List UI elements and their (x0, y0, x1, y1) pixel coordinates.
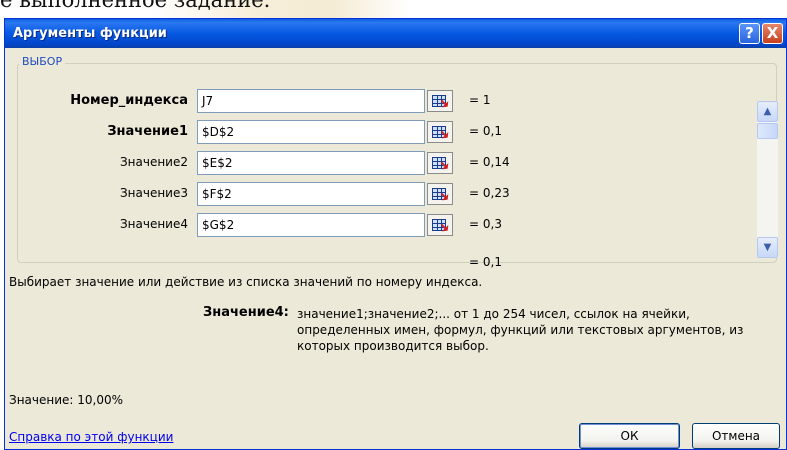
argument-help-label: Значение4: (203, 305, 289, 320)
collapse-dialog-icon[interactable] (427, 152, 453, 174)
argument-result: = 0,1 (469, 124, 502, 138)
scroll-up-icon[interactable]: ▲ (757, 101, 778, 122)
argument-label: Значение4 (119, 217, 188, 231)
ok-button[interactable]: ОК (579, 423, 680, 449)
help-link[interactable]: Справка по этой функции (9, 430, 173, 444)
argument-label: Номер_индекса (70, 93, 188, 108)
value3-input[interactable]: $F$2 (197, 182, 425, 206)
scroll-down-icon[interactable]: ▼ (757, 237, 778, 258)
value-line: Значение: 10,00% (9, 393, 124, 407)
argument-label: Значение2 (119, 155, 188, 169)
argument-label: Значение3 (119, 186, 188, 200)
dialog-title: Аргументы функции (13, 26, 167, 41)
arguments-scrollbar[interactable]: ▲ ▼ (757, 101, 778, 258)
collapse-dialog-icon[interactable] (427, 214, 453, 236)
argument-help-text: значение1;значение2;... от 1 до 254 чисе… (297, 307, 744, 353)
document-text: е выполненное задание. (0, 0, 271, 12)
value4-input[interactable]: $G$2 (197, 213, 425, 237)
collapse-dialog-icon[interactable] (427, 90, 453, 112)
argument-result: = 0,3 (469, 217, 502, 231)
close-icon[interactable]: X (762, 23, 783, 44)
argument-result: = 1 (469, 93, 491, 107)
function-arguments-dialog: Аргументы функции ? X ВЫБОР Номер_индекс… (4, 18, 787, 450)
argument-result: = 0,23 (469, 186, 510, 200)
value1-input[interactable]: $D$2 (197, 120, 425, 144)
scroll-thumb[interactable] (757, 123, 778, 139)
index-input[interactable]: J7 (197, 89, 425, 113)
function-name-label: ВЫБОР (19, 55, 66, 68)
function-description: Выбирает значение или действие из списка… (9, 275, 483, 289)
cancel-button[interactable]: Отмена (692, 423, 780, 449)
formula-result: = 0,1 (469, 255, 502, 269)
argument-label: Значение1 (107, 124, 188, 139)
collapse-dialog-icon[interactable] (427, 183, 453, 205)
argument-result: = 0,14 (469, 155, 510, 169)
value2-input[interactable]: $E$2 (197, 151, 425, 175)
collapse-dialog-icon[interactable] (427, 121, 453, 143)
help-icon[interactable]: ? (739, 23, 760, 44)
title-bar[interactable]: Аргументы функции ? X (5, 19, 786, 48)
